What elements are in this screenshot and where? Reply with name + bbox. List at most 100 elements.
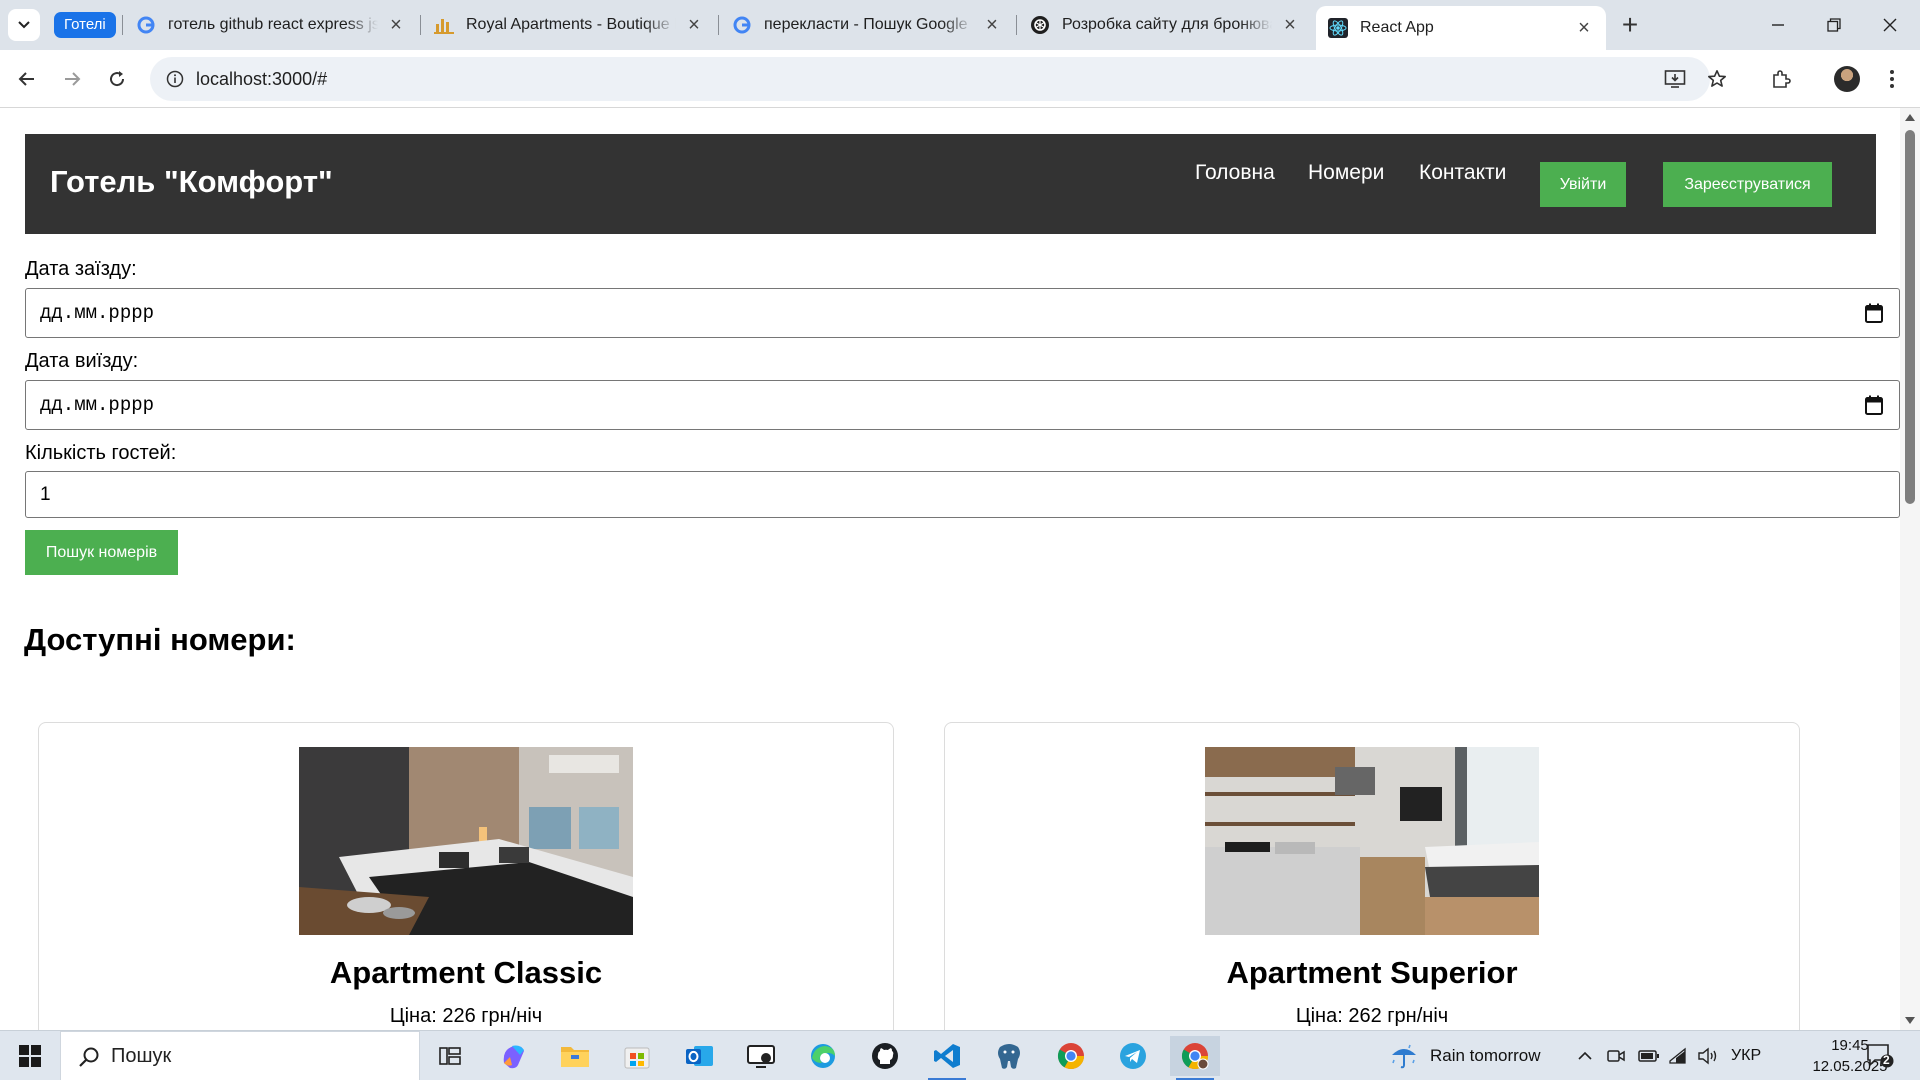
wifi-icon <box>1669 1047 1686 1064</box>
room-price: Ціна: 226 грн/ніч <box>389 1005 543 1027</box>
minimize-icon <box>1772 24 1784 26</box>
install-app-icon[interactable] <box>1660 64 1690 94</box>
chevron-down-icon <box>18 21 30 29</box>
tray-overflow-button[interactable] <box>1577 1031 1593 1080</box>
close-window-button[interactable] <box>1862 0 1918 50</box>
file-explorer-app[interactable] <box>550 1036 600 1076</box>
bookmark-star-icon[interactable] <box>1702 64 1732 94</box>
tab-translate-search[interactable]: перекласти - Пошук Google × <box>720 6 1014 44</box>
puzzle-icon <box>1773 70 1791 88</box>
site-info-icon[interactable] <box>160 64 190 94</box>
restore-button[interactable] <box>1806 0 1862 50</box>
nav-link-home[interactable]: Головна <box>1195 161 1275 185</box>
checkin-date-input[interactable]: дд.мм.рррр <box>25 288 1900 338</box>
scrollbar-thumb[interactable] <box>1905 130 1915 504</box>
edge-app[interactable] <box>798 1036 848 1076</box>
tab-group-chip[interactable]: Готелі <box>54 12 116 38</box>
minimize-button[interactable] <box>1750 0 1806 50</box>
chrome-app[interactable] <box>1046 1036 1096 1076</box>
available-rooms-title: Доступні номери: <box>24 622 296 657</box>
outlook-app[interactable] <box>674 1036 724 1076</box>
reload-button[interactable] <box>99 61 135 97</box>
close-icon[interactable]: × <box>1574 17 1594 39</box>
tab-search-button[interactable] <box>8 9 40 41</box>
tab-chatgpt[interactable]: Розробка сайту для бронюван × <box>1018 6 1312 44</box>
tab-github-search[interactable]: готель github react express js p × <box>124 6 418 44</box>
room-photo-classic[interactable] <box>299 747 633 935</box>
search-rooms-button[interactable]: Пошук номерів <box>25 530 178 575</box>
chevron-up-icon <box>1578 1051 1592 1060</box>
task-view-button[interactable] <box>425 1036 475 1076</box>
calendar-icon[interactable] <box>1865 303 1883 323</box>
arrow-right-icon <box>65 72 81 86</box>
tab-title: Розробка сайту для бронюван <box>1062 16 1272 33</box>
telegram-app[interactable] <box>1108 1036 1158 1076</box>
tray-wifi-icon[interactable] <box>1668 1031 1688 1080</box>
close-icon[interactable]: × <box>386 14 406 36</box>
github-icon <box>872 1043 898 1069</box>
battery-icon <box>1638 1050 1659 1062</box>
close-icon[interactable]: × <box>1280 14 1300 36</box>
taskbar-search[interactable]: Пошук <box>60 1031 420 1080</box>
react-icon <box>1328 18 1348 38</box>
restore-icon <box>1827 18 1841 32</box>
tab-royal-apartments[interactable]: Royal Apartments - Boutique Re × <box>422 6 716 44</box>
tab-title: перекласти - Пошук Google <box>764 16 968 33</box>
close-icon[interactable]: × <box>982 14 1002 36</box>
taskbar-search-placeholder: Пошук <box>111 1045 172 1067</box>
nav-link-contacts[interactable]: Контакти <box>1419 161 1506 185</box>
tray-meet-icon[interactable] <box>1606 1031 1626 1080</box>
vscode-app[interactable] <box>922 1036 972 1080</box>
browser-toolbar: localhost:3000/# <box>0 50 1920 108</box>
pgadmin-app[interactable] <box>984 1036 1034 1076</box>
microsoft-store-app[interactable] <box>612 1036 662 1076</box>
guests-input[interactable]: 1 <box>25 471 1900 518</box>
scroll-up-icon[interactable] <box>1905 114 1915 121</box>
back-button[interactable] <box>9 61 45 97</box>
tray-language[interactable]: УКР <box>1731 1031 1761 1080</box>
room-price: Ціна: 262 грн/ніч <box>1295 1005 1449 1027</box>
checkin-date-value: дд.мм.рррр <box>40 302 155 324</box>
telegram-icon <box>1120 1043 1146 1069</box>
url-text[interactable]: localhost:3000/# <box>196 69 327 90</box>
address-bar[interactable]: localhost:3000/# <box>150 57 1710 101</box>
new-tab-button[interactable]: + <box>1614 9 1646 41</box>
page-viewport: Готель "Комфорт" Головна Номери Контакти… <box>0 108 1900 1030</box>
search-icon <box>79 1047 99 1067</box>
calendar-icon[interactable] <box>1865 395 1883 415</box>
start-button[interactable] <box>0 1031 60 1080</box>
chrome-icon <box>1181 1043 1209 1070</box>
github-desktop-app[interactable] <box>860 1036 910 1076</box>
notification-center-button[interactable]: 2 <box>1866 1043 1894 1069</box>
tray-volume-icon[interactable] <box>1697 1031 1719 1080</box>
site-header: Готель "Комфорт" Головна Номери Контакти… <box>25 134 1876 234</box>
site-brand[interactable]: Готель "Комфорт" <box>50 164 333 200</box>
browser-menu-button[interactable] <box>1874 61 1910 97</box>
chatgpt-icon <box>1030 15 1050 35</box>
register-button[interactable]: Зареєструватися <box>1663 162 1832 207</box>
nav-link-rooms[interactable]: Номери <box>1308 161 1384 185</box>
remote-app[interactable] <box>736 1036 786 1076</box>
tray-battery-icon[interactable] <box>1638 1031 1660 1080</box>
vscode-icon <box>934 1044 960 1068</box>
tab-title: React App <box>1360 19 1434 36</box>
profile-button[interactable] <box>1829 61 1865 97</box>
guests-value: 1 <box>40 484 51 505</box>
tab-react-app[interactable]: React App × <box>1316 6 1606 50</box>
forward-button[interactable] <box>54 61 90 97</box>
checkin-label: Дата заїзду: <box>25 258 137 280</box>
close-icon[interactable]: × <box>684 14 704 36</box>
room-photo-superior[interactable] <box>1205 747 1539 935</box>
checkout-date-input[interactable]: дд.мм.рррр <box>25 380 1900 430</box>
copilot-app[interactable] <box>488 1036 538 1076</box>
page-scrollbar[interactable] <box>1900 108 1920 1030</box>
login-button[interactable]: Увійти <box>1540 162 1626 207</box>
chrome-profile-app[interactable] <box>1170 1036 1220 1080</box>
windows-icon <box>19 1045 41 1067</box>
guests-label: Кількість гостей: <box>25 442 177 464</box>
extensions-button[interactable] <box>1763 61 1799 97</box>
weather-widget[interactable]: Rain tomorrow <box>1388 1031 1541 1080</box>
scroll-down-icon[interactable] <box>1905 1017 1915 1024</box>
tab-strip: Готелі готель github react express js p … <box>0 0 1920 50</box>
close-icon <box>1883 18 1897 32</box>
